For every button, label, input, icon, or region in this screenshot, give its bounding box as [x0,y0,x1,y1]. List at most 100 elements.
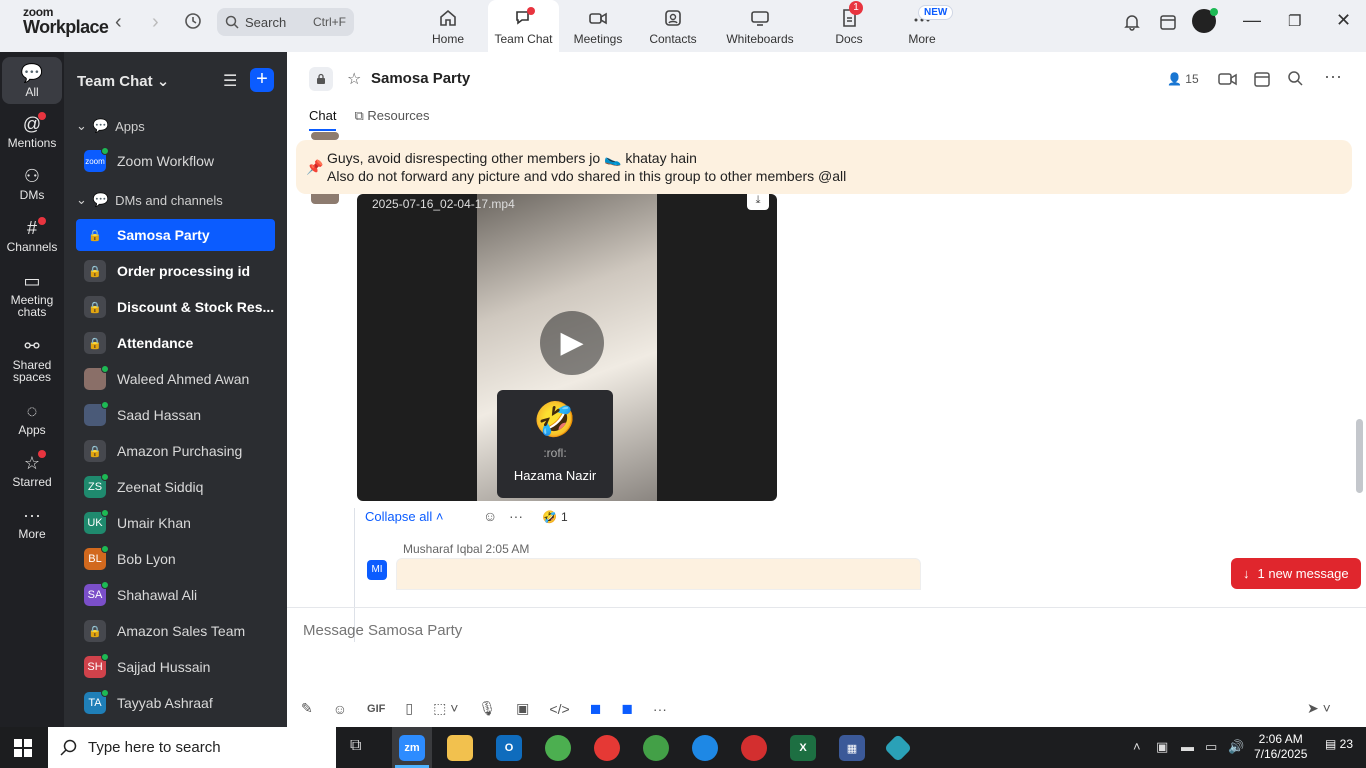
outlook-icon[interactable]: O [496,735,522,761]
new-message-button[interactable]: ↓ 1 new message [1231,558,1361,589]
chrome-icon[interactable] [741,735,767,761]
more-actions-icon[interactable]: ··· [509,508,523,524]
nav-contacts[interactable]: Contacts [645,0,701,52]
taskbar-search[interactable]: Type here to search [48,727,336,768]
sidebar-item-zoom-workflow[interactable]: zoom Zoom Workflow [76,145,275,177]
restore-icon[interactable]: ❐ [1288,12,1301,30]
tab-chat[interactable]: Chat [309,108,337,131]
channel-title[interactable]: Samosa Party [371,70,470,87]
history-icon[interactable] [182,10,204,32]
reaction-chip[interactable]: 🤣 1 [536,506,574,528]
rail-dms[interactable]: ⚇ DMs [0,167,64,202]
sidebar-item-saad[interactable]: Saad Hassan [76,399,275,431]
rail-mentions[interactable]: @ Mentions [0,115,64,150]
forward-arrow-icon[interactable]: › [152,11,159,34]
tray-app-icon[interactable]: ▣ [1156,739,1168,755]
message-list[interactable]: 📌 Guys, avoid disrespecting other member… [287,132,1366,642]
new-chat-button[interactable]: + [250,68,274,92]
chrome-icon[interactable] [643,735,669,761]
sidebar-item-amazon-sales[interactable]: 🔒 Amazon Sales Team [76,615,275,647]
network-icon[interactable]: ▭ [1205,739,1217,755]
download-icon[interactable]: ⤓ [747,194,769,210]
message-input[interactable] [303,618,1303,642]
star-icon[interactable]: ☆ [347,69,361,89]
screenshot-icon[interactable]: ⬚ ˅ [433,700,458,717]
rail-all[interactable]: 💬 All [2,57,62,104]
emoji-icon[interactable]: ☺ [333,701,347,717]
zoom-app-icon[interactable]: zm [399,735,425,761]
notifications-icon[interactable]: ▤ 23 [1325,737,1353,751]
more-options-icon[interactable]: ··· [1324,66,1342,87]
play-icon[interactable]: ▶ [540,311,604,375]
video-call-icon[interactable] [1218,70,1238,88]
video-message-icon[interactable]: ▣ [516,700,529,717]
app-icon[interactable]: ◼ [590,700,602,717]
bell-icon[interactable] [1123,13,1141,31]
task-view-icon[interactable]: ⧉ [350,737,361,755]
close-icon[interactable]: ✕ [1336,10,1351,31]
sidebar-item-shahawal[interactable]: SA Shahawal Ali [76,579,275,611]
sidebar-item-attendance[interactable]: 🔒 Attendance [76,327,275,359]
sidebar-item-tayyab[interactable]: TA Tayyab Ashraaf [76,687,275,719]
nav-home[interactable]: Home [421,0,475,52]
sidebar-item-bob[interactable]: BL Bob Lyon [76,543,275,575]
volume-icon[interactable]: 🔊 [1228,739,1244,755]
nav-meetings[interactable]: Meetings [570,0,626,52]
back-arrow-icon[interactable]: ‹ [115,11,122,34]
sidebar-item-zeenat[interactable]: ZS Zeenat Siddiq [76,471,275,503]
code-icon[interactable]: </> [549,701,569,717]
search-icon[interactable] [1287,70,1303,86]
rail-shared-spaces[interactable]: ⚯ Shared spaces [0,337,64,384]
battery-icon[interactable]: ▬ [1181,739,1194,754]
sidebar-item-samosa-party[interactable]: 🔒 Samosa Party [76,219,275,251]
section-dms[interactable]: ⌄ 💬 DMs and channels [76,192,223,208]
file-explorer-icon[interactable] [447,735,473,761]
section-apps[interactable]: ⌄ 💬 Apps [76,118,145,134]
collapse-all-button[interactable]: Collapse all ˄ [365,509,443,524]
excel-icon[interactable]: X [790,735,816,761]
filter-icon[interactable]: ☰ [223,71,237,91]
chrome-icon[interactable] [594,735,620,761]
chrome-icon[interactable] [545,735,571,761]
members-count[interactable]: 👤 15 [1167,72,1199,86]
sidebar-item-waleed[interactable]: Waleed Ahmed Awan [76,363,275,395]
chevron-up-icon[interactable]: ˄ [1133,739,1141,754]
scrollbar[interactable] [1356,419,1363,493]
rail-meeting-chats[interactable]: ▭ Meeting chats [0,272,64,319]
minimize-icon[interactable]: — [1243,10,1261,31]
rail-starred[interactable]: ☆ Starred [0,454,64,489]
format-icon[interactable]: ✎ [301,700,313,717]
sidebar-item-order-processing[interactable]: 🔒 Order processing id [76,255,275,287]
windows-start-icon[interactable] [14,739,32,757]
app-icon[interactable]: ◼ [621,700,633,717]
app-icon[interactable] [883,733,913,763]
reply-author[interactable]: Musharaf Iqbal [403,542,482,556]
sidebar-item-discount-stock[interactable]: 🔒 Discount & Stock Res... [76,291,275,323]
rail-channels[interactable]: # Channels [0,219,64,254]
add-reaction-icon[interactable]: ☺ [483,508,497,524]
rail-apps[interactable]: ◌ Apps [0,402,64,437]
avatar[interactable]: MI [367,560,387,580]
sidebar-item-umair[interactable]: UK Umair Khan [76,507,275,539]
sidebar-title[interactable]: Team Chat ⌄ [77,72,169,90]
sidebar-item-amazon-purchasing[interactable]: 🔒 Amazon Purchasing [76,435,275,467]
global-search[interactable]: Search Ctrl+F [217,8,354,36]
schedule-icon[interactable] [1253,70,1271,88]
tab-resources[interactable]: ⧉ Resources [354,108,429,131]
send-icon[interactable]: ➤ ˅ [1307,700,1331,717]
top-bar: zoom Workplace ‹ › Search Ctrl+F Home Te… [0,0,1366,52]
taskbar-clock[interactable]: 2:06 AM 7/16/2025 [1254,732,1307,762]
nav-whiteboards[interactable]: Whiteboards [722,0,798,52]
file-icon[interactable]: ▯ [405,700,413,717]
reply-attachment[interactable] [396,558,921,590]
microphone-icon[interactable]: 🎙 [478,700,496,717]
chrome-icon[interactable] [692,735,718,761]
sidebar-item-sajjad[interactable]: SH Sajjad Hussain [76,651,275,683]
gif-button[interactable]: GIF [367,703,385,715]
calculator-icon[interactable]: ▦ [839,735,865,761]
pinned-message[interactable]: 📌 Guys, avoid disrespecting other member… [296,140,1352,194]
calendar-icon[interactable] [1159,13,1177,31]
more-options-icon[interactable]: ··· [653,701,667,717]
rail-more[interactable]: ··· More [0,506,64,541]
nav-team-chat[interactable]: Team Chat [488,0,559,52]
